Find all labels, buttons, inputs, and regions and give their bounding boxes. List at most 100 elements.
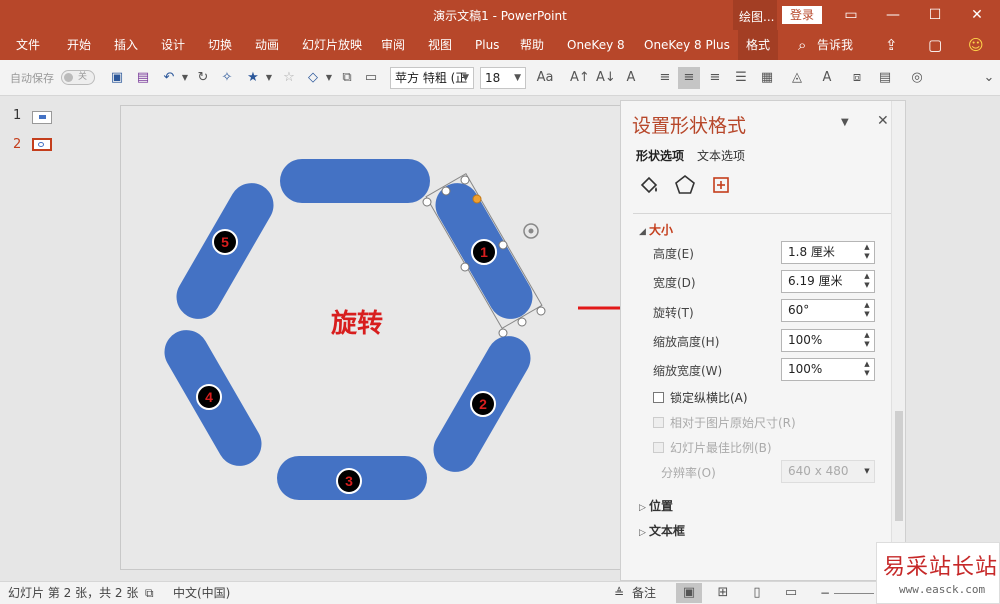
context-tab-drawing[interactable]: 绘图... [733,0,777,30]
ribbon-display-options-icon[interactable]: ▭ [830,0,872,30]
undo-dropdown-icon[interactable]: ▼ [180,69,190,87]
paste-format-icon[interactable]: ▦ [758,69,776,87]
relative-original-checkbox[interactable]: 相对于图片原始尺寸(R) [653,414,796,431]
size-properties-icon[interactable] [709,173,733,197]
scale-height-field[interactable]: 100% ▲ ▼ [781,329,875,352]
share-icon[interactable]: ⇪ [885,30,898,60]
change-case-icon[interactable]: Aa [533,69,557,87]
align-center-icon[interactable]: ≡ [678,67,700,89]
slide-sorter-icon[interactable]: ⊞ [710,583,736,603]
fill-line-icon[interactable] [637,173,661,197]
spinner-icon[interactable]: ▲ ▼ [862,331,872,349]
slideshow-icon[interactable]: ▭ [778,583,804,603]
textbox-section-header[interactable]: ▷ 文本框 [639,522,685,539]
minimize-icon[interactable]: — [872,0,914,30]
tab-file[interactable]: 文件 [16,30,40,60]
slide-thumbnail-1[interactable] [32,111,52,124]
align-right-icon[interactable]: ≡ [706,69,724,87]
tab-plus[interactable]: Plus [475,30,499,60]
watermark-logo: 易采站长站 www.easck.com [876,542,1000,604]
notes-icon[interactable]: ≜ [614,585,624,601]
normal-view-icon[interactable]: ▣ [676,583,702,603]
width-field[interactable]: 6.19 厘米 ▲ ▼ [781,270,875,293]
star-effect-icon[interactable]: ★ [244,69,262,87]
tab-format[interactable]: 格式 [738,30,779,60]
tab-slideshow[interactable]: 幻灯片放映 [302,30,362,60]
tab-onekey8[interactable]: OneKey 8 [567,30,625,60]
tab-text-options[interactable]: 文本选项 [697,147,745,164]
shape-effects-icon[interactable]: A [818,69,836,87]
text-box-style-icon[interactable]: ▤ [876,69,894,87]
effect-dropdown-icon[interactable]: ▼ [264,69,274,87]
tab-home[interactable]: 开始 [67,30,91,60]
ribbon-collapse-icon[interactable]: ⌄ [982,69,996,87]
screenshot-icon[interactable]: ⧉ [338,69,356,87]
redo-icon[interactable]: ↻ [194,69,212,87]
save-icon[interactable]: ▤ [134,69,152,87]
login-button[interactable]: 登录 [782,6,822,24]
tab-animations[interactable]: 动画 [255,30,279,60]
tab-view[interactable]: 视图 [428,30,452,60]
font-size-select[interactable]: 18 ▼ [480,67,526,89]
slide-thumbnail-2[interactable] [32,138,52,151]
resolution-select[interactable]: 640 x 480 ▼ [781,460,875,483]
tab-shape-options[interactable]: 形状选项 [636,147,684,164]
zoom-out-icon[interactable]: − [820,585,830,601]
pane-scrollbar[interactable] [891,101,905,580]
undo-icon[interactable]: ↶ [160,69,178,87]
notes-button[interactable]: 备注 [632,585,656,601]
spinner-icon[interactable]: ▲ ▼ [862,272,872,290]
lightbulb-search-icon[interactable]: ⌕ [798,30,806,60]
lock-aspect-checkbox[interactable]: 锁定纵横比(A) [653,389,748,406]
autosave-toggle[interactable]: 关 [61,70,95,85]
font-color-icon[interactable]: A [622,69,640,87]
tab-onekey8plus[interactable]: OneKey 8 Plus [644,30,730,60]
rotate-handle-icon[interactable] [523,223,539,239]
slide-canvas[interactable]: 1 2 3 4 5 旋转 [120,105,665,570]
spellcheck-icon[interactable]: ⧉ [145,585,154,601]
rotation-field[interactable]: 60° ▲ ▼ [781,299,875,322]
spinner-icon[interactable]: ▲ ▼ [862,360,872,378]
save-as-icon[interactable]: ▣ [108,69,126,87]
font-name-select[interactable]: 苹方 特粗 (正 ▼ [390,67,474,89]
position-section-header[interactable]: ▷ 位置 [639,497,673,514]
spinner-icon[interactable]: ▲ ▼ [862,243,872,261]
smiley-feedback-icon[interactable]: ☺ [968,30,984,60]
maximize-icon[interactable]: ☐ [914,0,956,30]
align-left-icon[interactable]: ≡ [656,69,674,87]
badge-3: 3 [336,468,362,494]
scale-width-field[interactable]: 100% ▲ ▼ [781,358,875,381]
height-field[interactable]: 1.8 厘米 ▲ ▼ [781,241,875,264]
tell-me-box[interactable]: 告诉我 [817,30,853,60]
hexagon-bar-top[interactable] [280,159,430,203]
pane-close-icon[interactable]: ✕ [877,113,889,129]
size-section-header[interactable]: ◢ 大小 [639,221,673,238]
shape-dropdown-icon[interactable]: ▼ [324,69,334,87]
pane-options-icon[interactable]: ▼ [841,117,849,128]
comment-icon[interactable]: ▢ [928,30,942,60]
shape-outline-icon[interactable]: ◬ [788,69,806,87]
reading-view-icon[interactable]: ▯ [744,583,770,603]
increase-font-icon[interactable]: A↑ [570,69,590,87]
textbox-icon[interactable]: ▭ [362,69,380,87]
justify-icon[interactable]: ☰ [732,69,750,87]
decrease-font-icon[interactable]: A↓ [596,69,616,87]
tab-insert[interactable]: 插入 [114,30,138,60]
shapes-merge-icon[interactable]: ◎ [908,69,926,87]
star-outline-icon[interactable]: ☆ [280,69,298,87]
arrange-icon[interactable]: ⧈ [848,69,866,87]
animation-painter-icon[interactable]: ✧ [218,69,236,87]
center-title[interactable]: 旋转 [331,309,383,339]
tab-help[interactable]: 帮助 [520,30,544,60]
best-scale-checkbox[interactable]: 幻灯片最佳比例(B) [653,439,772,456]
shape-fill-icon[interactable]: ◇ [304,69,322,87]
spinner-icon[interactable]: ▲ ▼ [862,301,872,319]
tab-design[interactable]: 设计 [161,30,185,60]
scrollbar-thumb[interactable] [895,411,903,521]
tab-review[interactable]: 审阅 [381,30,405,60]
zoom-slider[interactable] [834,593,874,594]
effects-pentagon-icon[interactable] [673,173,697,197]
tab-transitions[interactable]: 切换 [208,30,232,60]
language-indicator[interactable]: 中文(中国) [173,585,230,601]
close-icon[interactable]: ✕ [956,0,998,30]
